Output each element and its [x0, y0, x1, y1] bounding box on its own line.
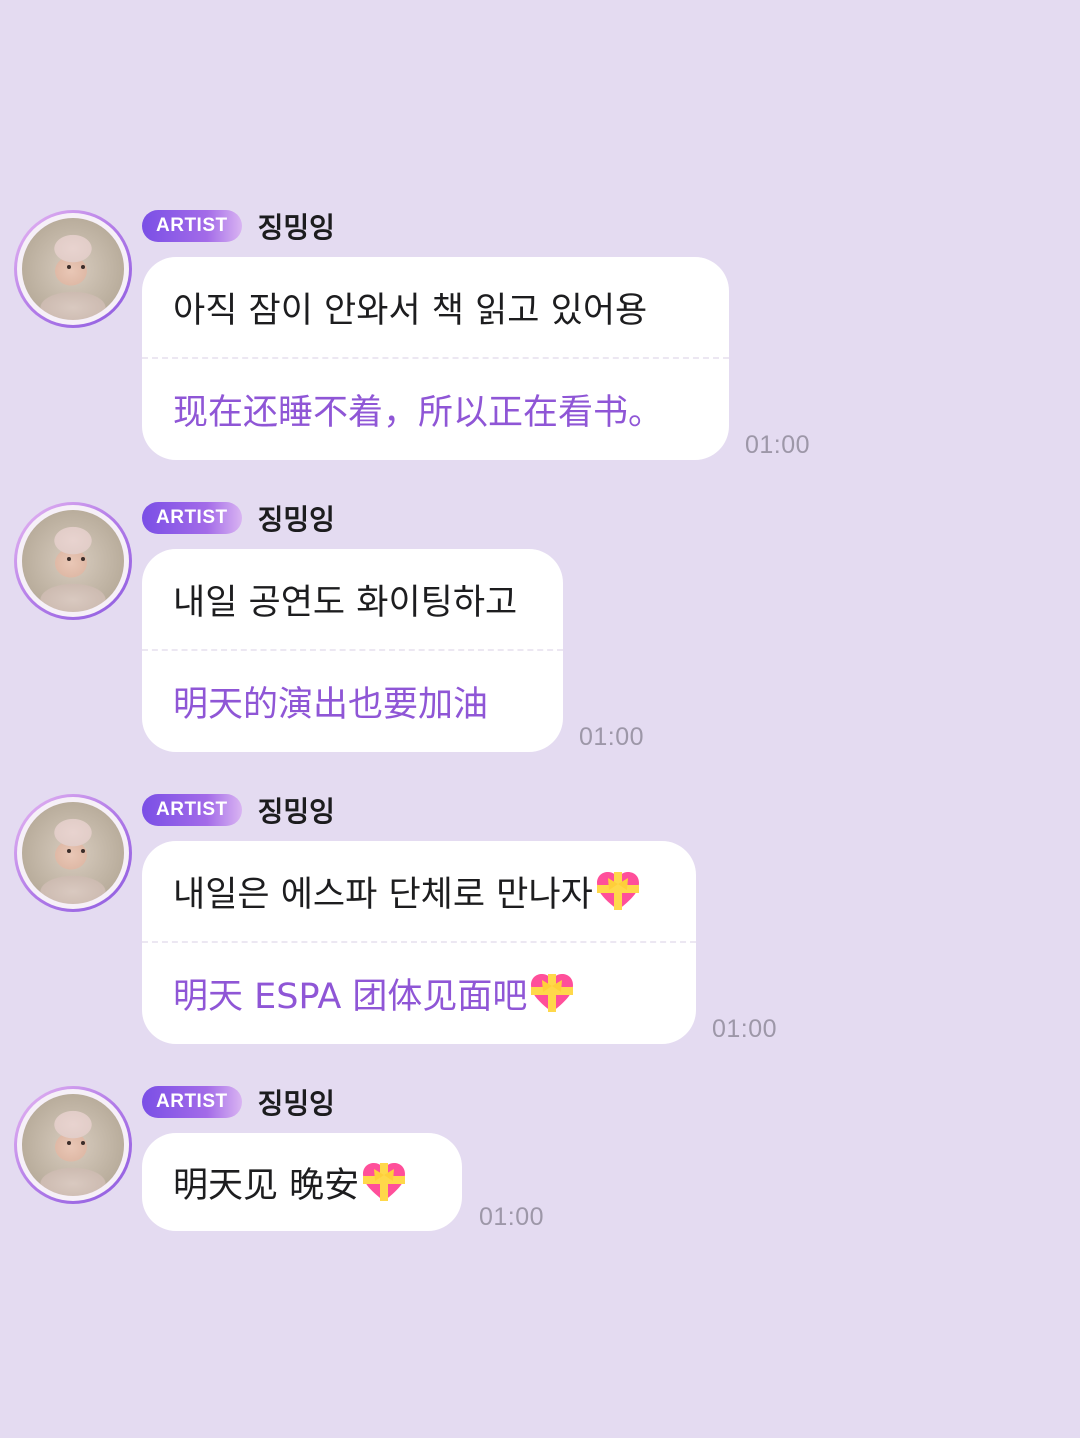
- artist-badge: ARTIST: [142, 1086, 242, 1118]
- message-bubble[interactable]: 내일 공연도 화이팅하고 明天的演出也要加油: [142, 549, 563, 752]
- sender-name[interactable]: 징밍잉: [258, 790, 335, 830]
- sender-name[interactable]: 징밍잉: [258, 206, 335, 246]
- gift-heart-icon: [361, 1161, 407, 1203]
- korean-text: 아직 잠이 안와서 책 읽고 있어용: [173, 290, 648, 331]
- korean-text: 내일 공연도 화이팅하고: [173, 582, 518, 623]
- message-header: ARTIST 징밍잉: [142, 206, 335, 246]
- sender-name[interactable]: 징밍잉: [258, 498, 335, 538]
- sender-name[interactable]: 징밍잉: [258, 1082, 335, 1122]
- message-line: 明天见 晚安: [142, 1133, 462, 1231]
- avatar[interactable]: [14, 502, 132, 620]
- artist-badge: ARTIST: [142, 210, 242, 242]
- message-bubble[interactable]: 내일은 에스파 단체로 만나자 明天 ESPA 团体见面吧: [142, 841, 696, 1044]
- avatar-photo: [22, 802, 124, 904]
- gift-heart-icon: [529, 972, 575, 1014]
- avatar-photo: [22, 1094, 124, 1196]
- message-header: ARTIST 징밍잉: [142, 498, 335, 538]
- chinese-translation: 现在还睡不着，所以正在看书。: [173, 392, 664, 433]
- message-bubble[interactable]: 아직 잠이 안와서 책 읽고 있어용 现在还睡不着，所以正在看书。: [142, 257, 729, 460]
- chinese-line: 明天 ESPA 团体见面吧: [142, 943, 696, 1043]
- artist-badge: ARTIST: [142, 502, 242, 534]
- avatar-photo: [22, 510, 124, 612]
- avatar[interactable]: [14, 1086, 132, 1204]
- korean-line: 내일은 에스파 단체로 만나자: [142, 841, 696, 941]
- avatar[interactable]: [14, 794, 132, 912]
- timestamp: 01:00: [745, 431, 811, 459]
- gift-heart-icon: [595, 870, 641, 912]
- korean-text: 내일은 에스파 단체로 만나자: [173, 874, 593, 915]
- message-header: ARTIST 징밍잉: [142, 790, 335, 830]
- timestamp: 01:00: [712, 1015, 778, 1043]
- message-text: 明天见 晚安: [173, 1165, 360, 1206]
- chinese-translation: 明天 ESPA 团体见面吧: [173, 976, 528, 1017]
- message-bubble[interactable]: 明天见 晚安: [142, 1133, 462, 1231]
- avatar-photo: [22, 218, 124, 320]
- timestamp: 01:00: [479, 1203, 545, 1231]
- chinese-translation: 明天的演出也要加油: [173, 684, 489, 725]
- timestamp: 01:00: [579, 723, 645, 751]
- artist-badge: ARTIST: [142, 794, 242, 826]
- avatar[interactable]: [14, 210, 132, 328]
- message-header: ARTIST 징밍잉: [142, 1082, 335, 1122]
